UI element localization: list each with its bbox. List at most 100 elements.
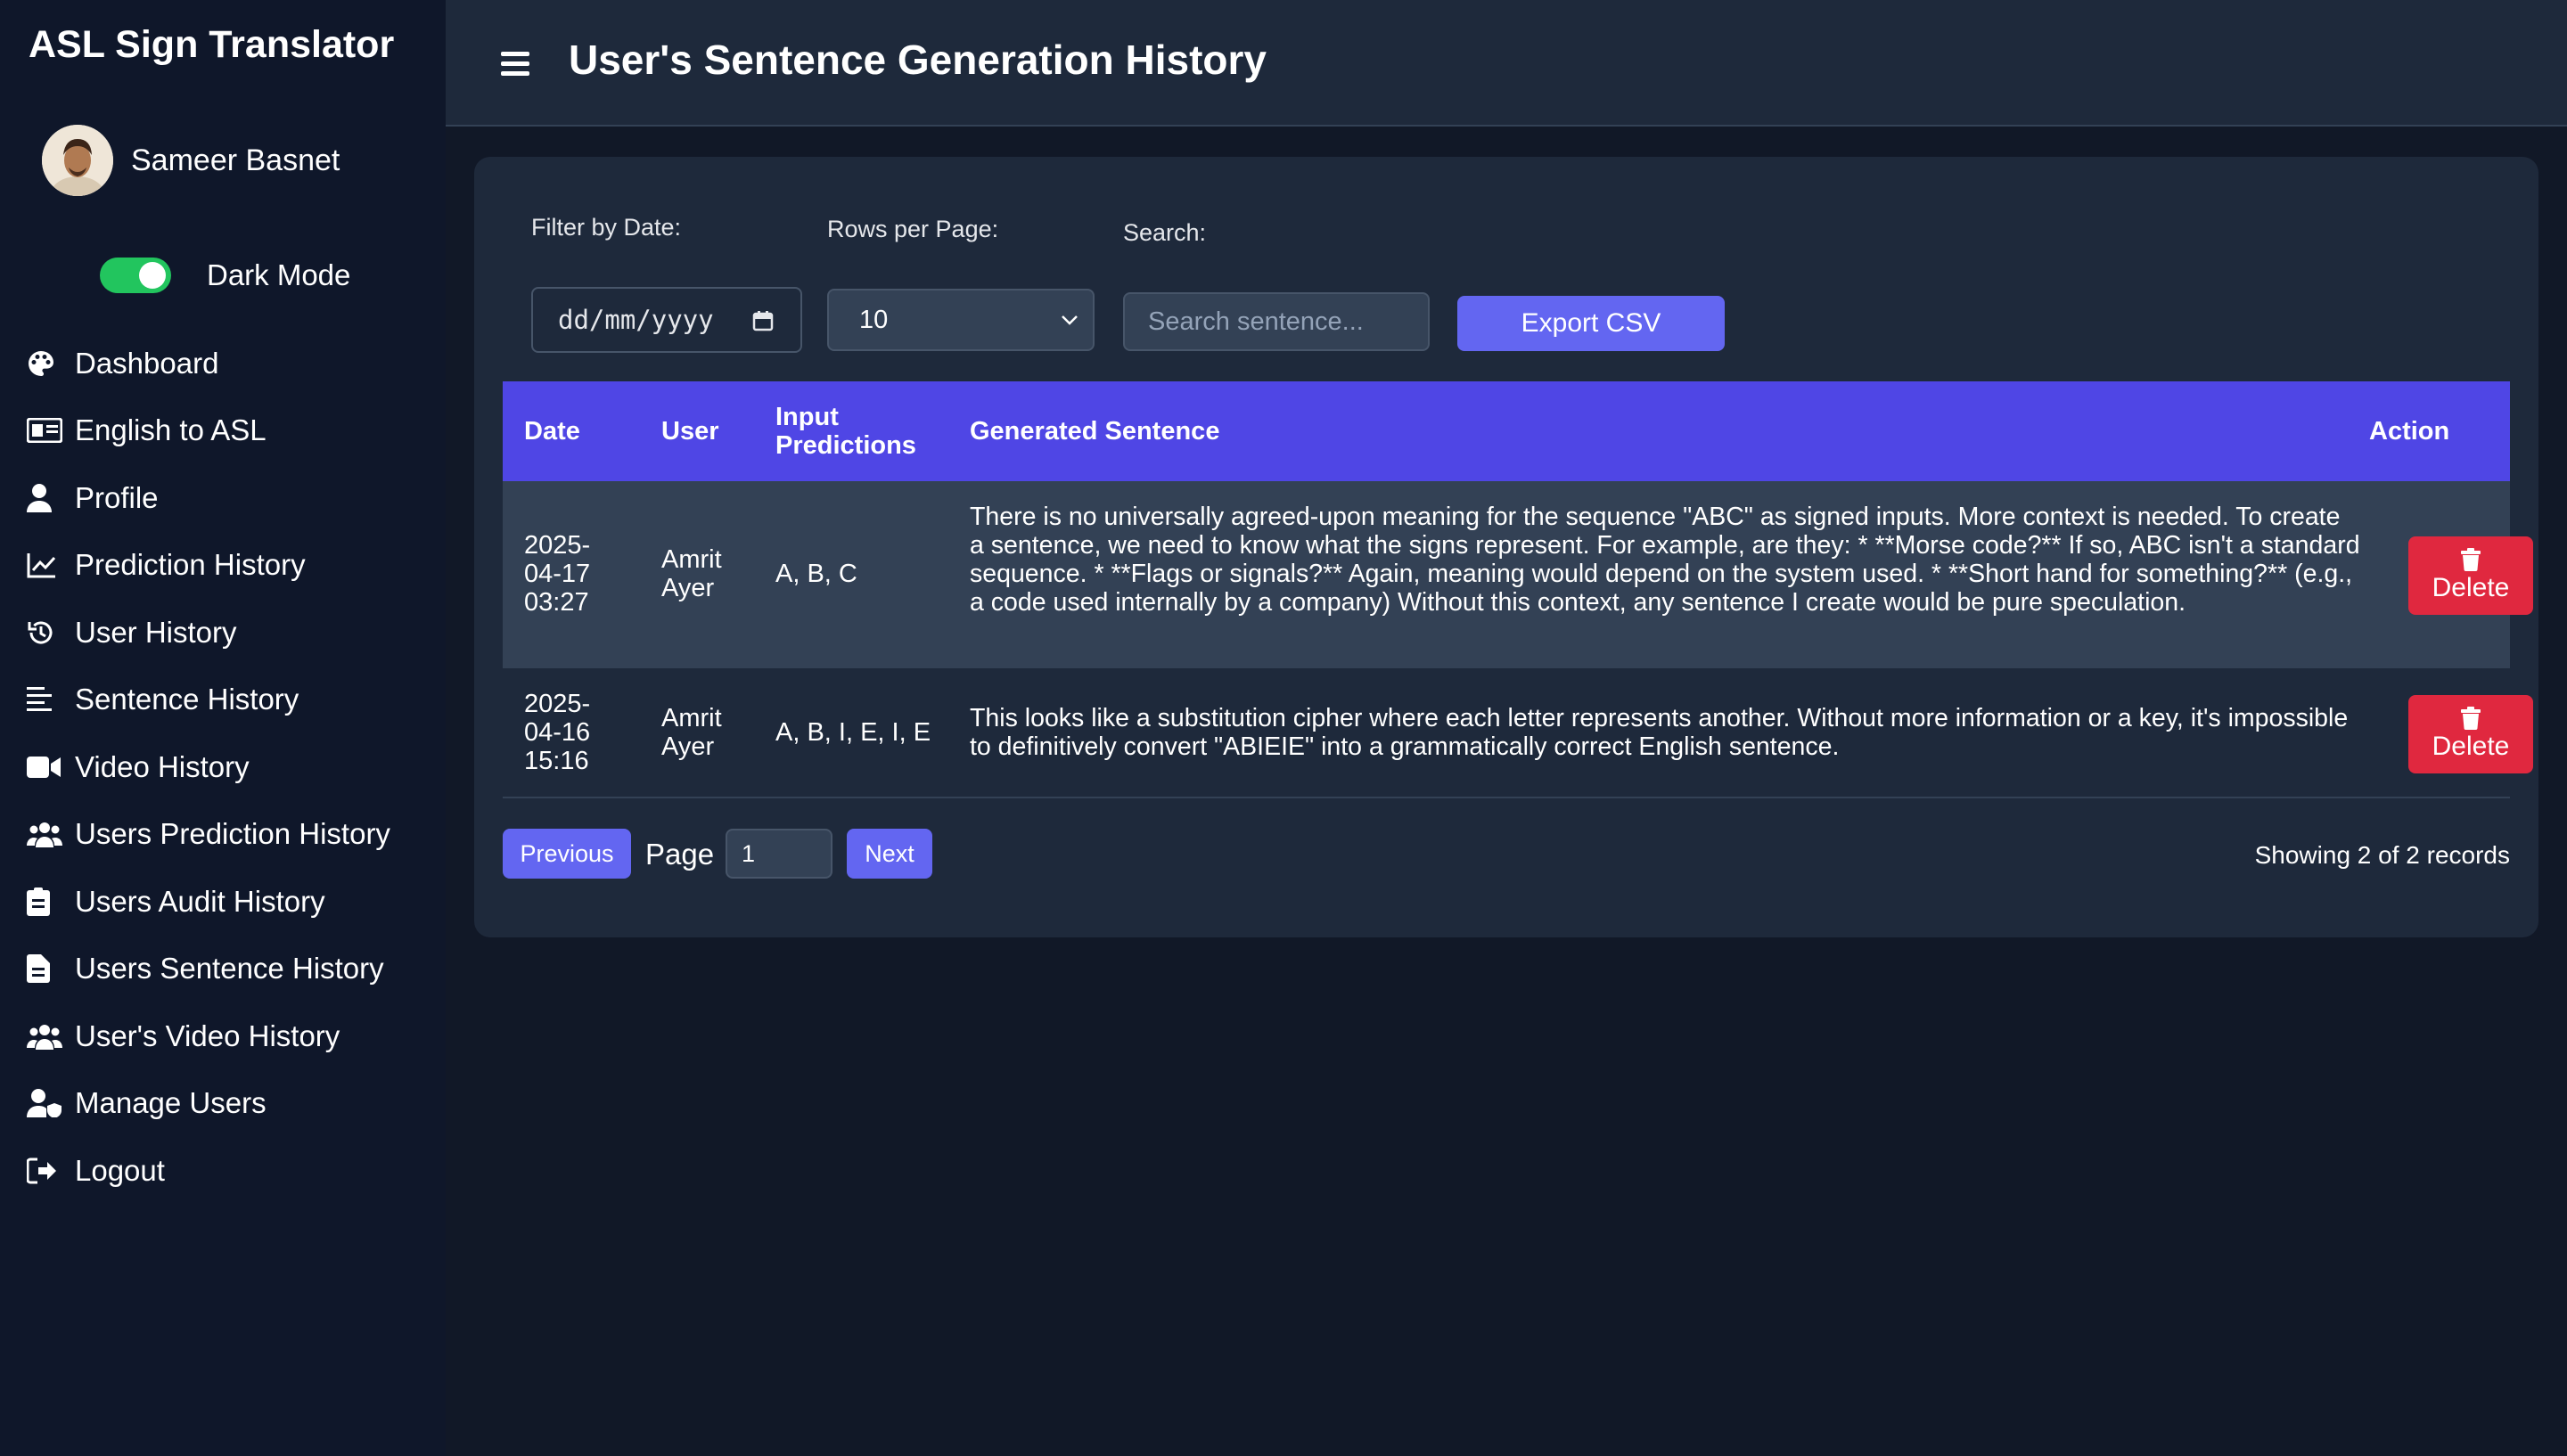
trash-icon — [2461, 548, 2481, 571]
page-number-input[interactable]: 1 — [726, 829, 832, 879]
delete-label: Delete — [2432, 573, 2510, 602]
dark-mode-toggle[interactable] — [100, 258, 171, 293]
header-input-predictions-1[interactable]: Input — [775, 403, 839, 431]
user-cell: Amrit Ayer — [661, 545, 750, 602]
header-action: Action — [2369, 417, 2450, 446]
sidebar-item-label: Profile — [75, 480, 159, 514]
page-title: User's Sentence Generation History — [569, 37, 1267, 83]
table-row: 2025- 04-16 15:16 Amrit Ayer A, B, I, E,… — [503, 668, 2533, 798]
sidebar-item-users-audit-history[interactable]: Users Audit History — [27, 868, 437, 936]
avatar — [42, 125, 113, 196]
previous-button[interactable]: Previous — [503, 829, 631, 879]
sidebar-item-prediction-history[interactable]: Prediction History — [27, 532, 437, 600]
history-icon — [27, 618, 62, 648]
user-shield-icon — [27, 1088, 62, 1118]
sidebar-item-manage-users[interactable]: Manage Users — [27, 1070, 437, 1138]
header-date[interactable]: Date — [524, 417, 580, 446]
generated-sentence-cell: This looks like a substitution cipher wh… — [970, 704, 2349, 761]
video-icon — [27, 752, 62, 782]
page-number-value: 1 — [742, 839, 756, 867]
records-count: Showing 2 of 2 records — [2254, 841, 2510, 869]
sidebar-item-user-history[interactable]: User History — [27, 599, 437, 667]
sidebar-item-label: Video History — [75, 749, 250, 783]
sidebar-item-label: Manage Users — [75, 1086, 267, 1120]
rows-per-page-label: Rows per Page: — [827, 216, 999, 242]
id-card-icon — [27, 415, 62, 446]
history-table: Date User Input Predictions Generated Se… — [503, 381, 2533, 798]
sidebar-item-label: English to ASL — [75, 413, 267, 447]
sidebar-item-english-to-asl[interactable]: English to ASL — [27, 397, 437, 465]
date-filter-input[interactable]: dd/mm/yyyy — [531, 287, 802, 353]
sidebar-item-profile[interactable]: Profile — [27, 464, 437, 532]
date-part: 15:16 — [524, 747, 589, 775]
sidebar-item-label: Users Sentence History — [75, 952, 384, 986]
date-part: 2025- — [524, 531, 591, 560]
sidebar-item-label: User's Video History — [75, 1018, 340, 1052]
table-row: 2025- 04-17 03:27 Amrit Ayer A, B, C The… — [503, 481, 2533, 668]
sidebar-item-users-prediction-history[interactable]: Users Prediction History — [27, 801, 437, 869]
trash-icon — [2461, 707, 2481, 730]
dark-mode-label: Dark Mode — [207, 258, 351, 291]
header-generated-sentence[interactable]: Generated Sentence — [970, 417, 1219, 446]
input-predictions-cell: A, B, I, E, I, E — [775, 718, 931, 747]
date-part: 04-17 — [524, 560, 591, 588]
calendar-icon[interactable] — [752, 310, 774, 331]
user-cell: Amrit Ayer — [661, 704, 750, 761]
sidebar-item-label: Users Prediction History — [75, 817, 390, 851]
rows-per-page-select[interactable]: 10 — [827, 289, 1095, 351]
date-cell: 2025- 04-17 03:27 — [524, 531, 604, 617]
top-bar: User's Sentence Generation History — [446, 0, 2567, 127]
delete-label: Delete — [2432, 732, 2510, 761]
table-header: Date User Input Predictions Generated Se… — [503, 381, 2510, 481]
user-part: Ayer — [661, 732, 715, 761]
sidebar-item-label: User History — [75, 615, 237, 649]
toggle-knob — [139, 262, 166, 289]
user-part: Amrit — [661, 545, 722, 574]
sidebar: ASL Sign Translator Sameer Basnet Dark M… — [0, 0, 446, 1456]
sidebar-item-users-sentence-history[interactable]: Users Sentence History — [27, 936, 437, 1003]
sidebar-nav: Dashboard English to ASL Profile Predict… — [27, 330, 437, 1205]
sidebar-item-users-video-history[interactable]: User's Video History — [27, 1002, 437, 1070]
sidebar-item-logout[interactable]: Logout — [27, 1137, 437, 1205]
input-predictions-cell: A, B, C — [775, 560, 857, 588]
next-button[interactable]: Next — [847, 829, 932, 879]
search-label: Search: — [1123, 219, 1207, 246]
page-label: Page — [645, 838, 715, 871]
export-csv-button[interactable]: Export CSV — [1457, 296, 1725, 351]
date-part: 04-16 — [524, 718, 591, 747]
user-name: Sameer Basnet — [131, 143, 340, 177]
user-profile[interactable]: Sameer Basnet — [42, 125, 340, 196]
sidebar-item-label: Logout — [75, 1153, 165, 1187]
clipboard-icon — [27, 887, 62, 917]
user-part: Amrit — [661, 704, 722, 732]
sidebar-item-label: Sentence History — [75, 683, 299, 716]
users-icon — [27, 819, 62, 849]
users-icon — [27, 1021, 62, 1051]
sidebar-item-dashboard[interactable]: Dashboard — [27, 330, 437, 397]
delete-button[interactable]: Delete — [2408, 695, 2533, 773]
sidebar-item-label: Dashboard — [75, 346, 219, 380]
date-placeholder: dd/mm/yyyy — [558, 305, 714, 335]
delete-button[interactable]: Delete — [2408, 536, 2533, 615]
generated-sentence-cell: There is no universally agreed-upon mean… — [970, 503, 2360, 617]
chevron-down-icon — [1062, 315, 1078, 325]
date-filter-label: Filter by Date: — [531, 214, 682, 241]
user-icon — [27, 483, 62, 513]
date-cell: 2025- 04-16 15:16 — [524, 690, 604, 775]
file-icon — [27, 953, 62, 984]
sidebar-item-label: Prediction History — [75, 548, 306, 582]
sidebar-item-label: Users Audit History — [75, 884, 325, 918]
app-brand: ASL Sign Translator — [29, 23, 395, 66]
sidebar-item-video-history[interactable]: Video History — [27, 733, 437, 801]
pagination: Previous Page 1 Next Showing 2 of 2 reco… — [503, 829, 2510, 879]
date-part: 2025- — [524, 690, 591, 718]
rows-per-page-value: 10 — [859, 305, 889, 334]
search-input[interactable]: Search sentence... — [1123, 292, 1430, 351]
palette-icon — [27, 348, 62, 379]
hamburger-menu-icon[interactable] — [501, 52, 529, 77]
sign-out-icon — [27, 1156, 62, 1186]
header-input-predictions-2: Predictions — [775, 431, 916, 460]
sidebar-item-sentence-history[interactable]: Sentence History — [27, 667, 437, 734]
header-user[interactable]: User — [661, 417, 719, 446]
history-card: Filter by Date: Rows per Page: Search: d… — [474, 157, 2538, 937]
